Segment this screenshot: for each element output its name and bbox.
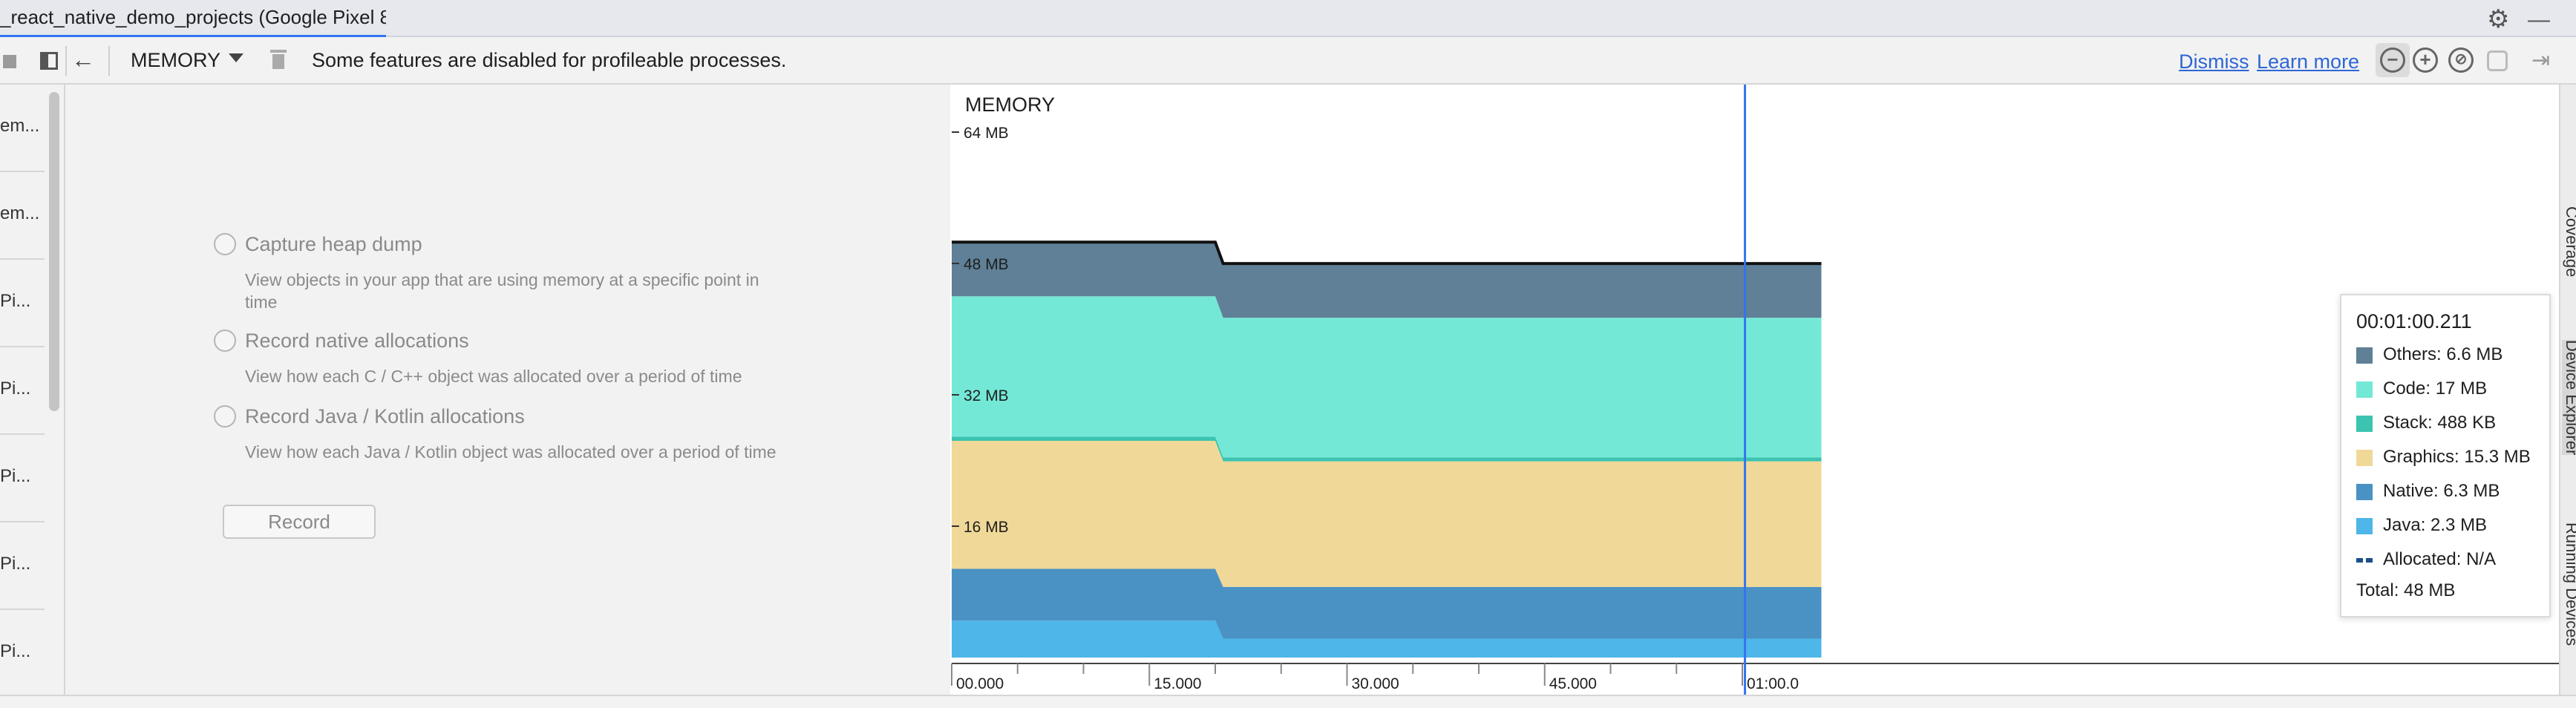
dismiss-link[interactable]: Dismiss [2179,50,2249,73]
record-button[interactable]: Record [223,505,376,539]
session-item[interactable]: Pi... [0,610,45,698]
code-swatch [2356,381,2373,398]
x-tick-label: 15.000 [1154,675,1201,692]
area-graphics [952,440,1822,587]
trash-icon[interactable] [270,47,287,70]
session-item[interactable]: Pi... [0,522,45,610]
java-swatch [2356,518,2373,534]
capture-heap-dump-description: View objects in your app that are using … [245,270,759,312]
toolbar-divider [108,46,110,76]
record-native-allocations-label: Record native allocations [245,330,469,352]
tooltip-label: Allocated: N/A [2383,549,2497,569]
capture-heap-dump-radio[interactable] [214,233,236,255]
tooltip-label: Code: 17 MB [2383,378,2488,399]
memory-tooltip: 00:01:00.211 Others: 6.6 MB Code: 17 MB … [2340,294,2551,617]
stop-session-icon[interactable] [3,55,16,68]
tooltip-label: Stack: 488 KB [2383,413,2497,433]
session-item[interactable]: em... [0,85,45,172]
x-tick-label: 45.000 [1549,675,1597,692]
x-tick-label: 00.000 [956,675,1004,692]
tooltip-label: Graphics: 15.3 MB [2383,447,2531,467]
tooltip-label: Native: 6.3 MB [2383,481,2500,501]
chart-title: MEMORY [965,94,1056,116]
y-tick-label: 48 MB [964,256,1009,273]
capture-heap-dump-label: Capture heap dump [245,233,422,255]
reset-zoom-icon[interactable]: ⊘ [2448,47,2474,73]
memory-chart-svg: 64 MB 48 MB 32 MB 16 MB 00.000 15.000 30.000 45… [951,85,2559,695]
record-native-allocations-description: View how each C / C++ object was allocat… [245,367,742,386]
y-tick-label: 32 MB [964,387,1009,404]
y-tick-label: 16 MB [964,519,1009,536]
sessions-panel: em... em... Pi... Pi... Pi... Pi... Pi..… [0,85,65,698]
tooltip-total: Total: 48 MB [2356,580,2456,600]
area-code [952,296,1822,458]
chevron-down-icon[interactable] [229,53,243,62]
session-item[interactable]: em... [0,172,45,260]
right-tool-strip: Coverage Device Explorer Running Devices [2559,85,2576,695]
memory-chart[interactable]: 64 MB 48 MB 32 MB 16 MB 00.000 15.000 30.000 45… [950,85,2559,695]
profileable-warning-message: Some features are disabled for profileab… [312,49,787,71]
session-item[interactable]: Pi... [0,260,45,347]
gear-icon[interactable]: ⚙ [2487,4,2509,34]
zoom-out-icon[interactable]: − [2380,47,2405,73]
toggle-sessions-panel-icon[interactable] [40,52,58,70]
minimize-icon[interactable]: — [2528,7,2550,33]
allocated-dash-icon [2356,558,2373,563]
running-devices-tab[interactable]: Running Devices [2562,522,2576,646]
x-tick-label: 01:00.0 [1747,675,1799,692]
record-java-kotlin-allocations-label: Record Java / Kotlin allocations [245,405,525,427]
session-item[interactable]: Pi... [0,347,45,435]
coverage-tab[interactable]: Coverage [2562,206,2576,277]
tooltip-time: 00:01:00.211 [2356,310,2472,332]
recording-options-panel: Capture heap dump View objects in your a… [67,85,950,695]
toolbar-divider [65,46,67,76]
tooltip-label: Java: 2.3 MB [2383,515,2488,535]
native-swatch [2356,484,2373,500]
others-swatch [2356,347,2373,364]
stack-swatch [2356,416,2373,432]
device-explorer-tab[interactable]: Device Explorer [2562,340,2576,456]
x-tick-label: 30.000 [1352,675,1399,692]
stage-selector[interactable]: MEMORY [131,49,220,72]
jump-to-live-icon[interactable]: ⇥ [2531,47,2550,73]
record-java-kotlin-allocations-radio[interactable] [214,405,236,427]
graphics-swatch [2356,450,2373,466]
sessions-scrollbar[interactable] [49,92,59,411]
back-arrow-icon[interactable]: ← [71,46,95,73]
zoom-in-icon[interactable]: + [2413,47,2438,73]
y-tick-label: 64 MB [964,125,1009,142]
profiler-toolbar: ← MEMORY Some features are disabled for … [0,37,2576,85]
profiler-session-tab[interactable]: _react_native_demo_projects (Google Pixe… [0,6,386,39]
record-native-allocations-radio[interactable] [214,330,236,352]
title-bar: _react_native_demo_projects (Google Pixe… [0,0,2576,39]
pause-icon[interactable] [2487,50,2508,71]
bottom-tool-bar [0,695,2576,708]
record-java-kotlin-allocations-description: View how each Java / Kotlin object was a… [245,442,777,462]
learn-more-link[interactable]: Learn more [2257,50,2359,73]
session-item[interactable]: Pi... [0,435,45,522]
tooltip-label: Others: 6.6 MB [2383,344,2503,364]
